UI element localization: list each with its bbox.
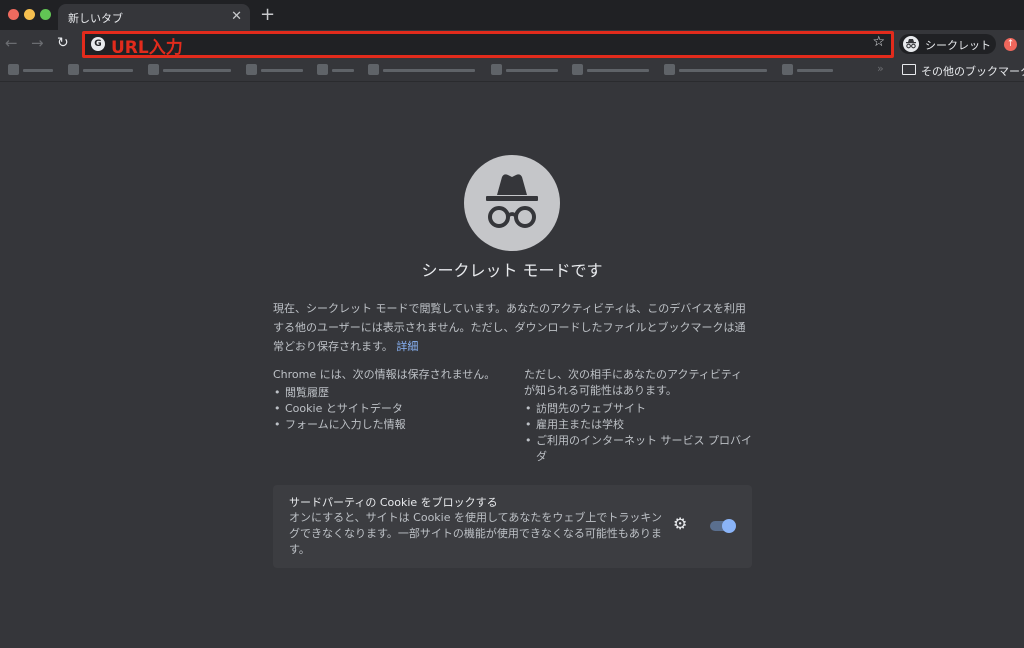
google-icon: G [91,37,105,51]
folder-icon [902,64,916,75]
new-tab-button[interactable]: + [260,5,275,25]
gear-icon[interactable]: ⚙ [673,515,687,533]
bookmark-item[interactable] [246,63,306,77]
list-item: 閲覧履歴 [273,385,503,401]
list-item: フォームに入力した情報 [273,417,503,433]
address-bar[interactable]: G URL入力 ☆ [82,31,894,58]
incognito-icon [903,36,919,52]
list-item: Cookie とサイトデータ [273,401,503,417]
may-be-visible-heading: ただし、次の相手にあなたのアクティビティが知られる可能性はあります。 [524,368,743,397]
window-close-button[interactable] [8,9,19,20]
incognito-profile-button[interactable]: シークレット [899,34,996,54]
list-item: ご利用のインターネット サービス プロバイダ [524,433,752,465]
bookmarks-overflow-button[interactable]: » [877,62,884,75]
bookmark-item[interactable] [782,63,836,77]
not-saved-heading: Chrome には、次の情報は保存されません。 [273,368,496,381]
bookmark-item[interactable] [368,63,480,77]
profile-label: シークレット [925,39,991,52]
may-be-visible-column: ただし、次の相手にあなたのアクティビティが知られる可能性はあります。 訪問先のウ… [524,367,752,465]
bookmark-item[interactable] [8,63,56,77]
bookmark-item[interactable] [317,63,357,77]
intro-text: 現在、シークレット モードで閲覧しています。あなたのアクティビティは、このデバイ… [273,299,753,356]
tab-close-icon[interactable]: ✕ [231,9,242,25]
update-icon[interactable]: ↑ [1004,38,1017,51]
block-cookies-toggle[interactable] [710,519,736,533]
incognito-page: シークレット モードです 現在、シークレット モードで閲覧しています。あなたのア… [0,83,1024,648]
list-item: 訪問先のウェブサイト [524,401,752,417]
forward-button[interactable]: → [31,34,44,52]
url-input-annotation: URL入力 [111,38,183,58]
other-bookmarks-button[interactable]: その他のブックマーク [921,63,1024,79]
bookmark-item[interactable] [491,63,561,77]
tab-title: 新しいタブ [68,12,123,25]
tab-strip: 新しいタブ ✕ + [0,0,1024,30]
reload-button[interactable]: ↻ [57,34,69,52]
cookie-card-title: サードパーティの Cookie をブロックする [289,496,498,509]
bookmark-item[interactable] [572,63,652,77]
bookmark-star-icon[interactable]: ☆ [872,34,885,50]
back-button[interactable]: ← [5,34,18,52]
not-saved-column: Chrome には、次の情報は保存されません。 閲覧履歴 Cookie とサイト… [273,367,503,433]
bookmark-item[interactable] [664,63,770,77]
bookmark-item[interactable] [68,63,138,77]
toolbar: ← → ↻ G URL入力 ☆ シークレット ↑ [0,30,1024,58]
page-title: シークレット モードです [421,261,603,280]
third-party-cookie-card: サードパーティの Cookie をブロックする オンにすると、サイトは Cook… [273,485,752,568]
window-minimize-button[interactable] [24,9,35,20]
list-item: 雇用主または学校 [524,417,752,433]
tab-new-tab[interactable]: 新しいタブ ✕ [58,4,250,30]
intro-body: 現在、シークレット モードで閲覧しています。あなたのアクティビティは、このデバイ… [273,302,746,353]
incognito-icon [464,155,560,251]
bookmark-item[interactable] [148,63,236,77]
details-link[interactable]: 詳細 [396,340,418,353]
bookmarks-bar: » その他のブックマーク [0,58,1024,82]
cookie-card-description: オンにすると、サイトは Cookie を使用してあなたをウェブ上でトラッキングで… [289,511,663,556]
window-zoom-button[interactable] [40,9,51,20]
